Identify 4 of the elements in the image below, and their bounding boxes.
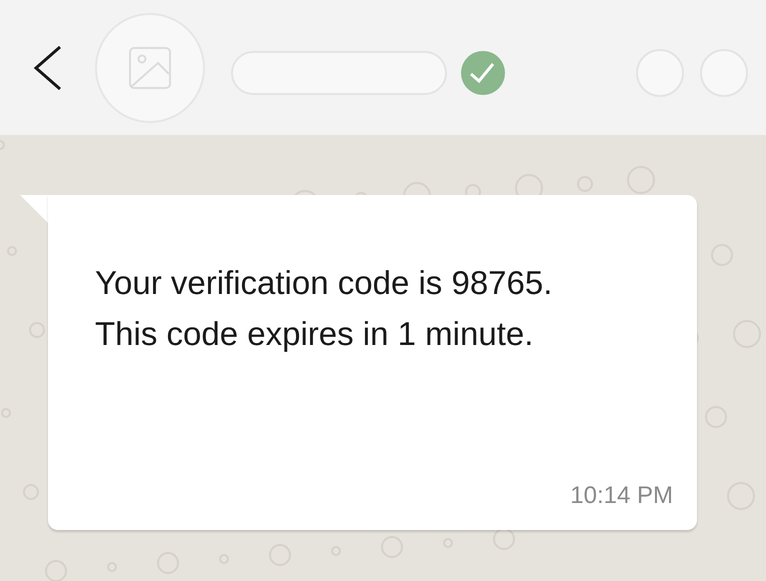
message-time: 10:14 PM	[570, 482, 673, 510]
image-icon	[128, 46, 172, 90]
back-icon[interactable]	[33, 44, 63, 90]
message-text: Your verification code is 98765. This code expires in 1 minute.	[95, 263, 554, 354]
